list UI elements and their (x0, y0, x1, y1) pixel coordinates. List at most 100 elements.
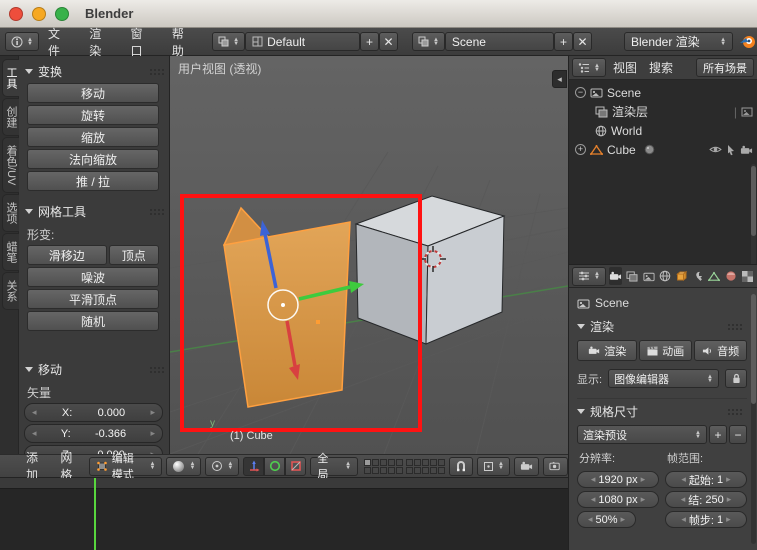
scene-delete-button[interactable]: ✕ (572, 32, 592, 51)
layer-cell[interactable] (396, 466, 404, 474)
stepper-right-icon[interactable]: ▸ (150, 407, 155, 418)
window-minimize-button[interactable] (32, 6, 46, 21)
vector-x-field[interactable]: ◂ X: 0.000 ▸ (24, 403, 163, 422)
lock-interface-button[interactable] (725, 369, 747, 388)
editor-type-button[interactable]: ▲ ▼ (5, 32, 39, 51)
render-panel-header[interactable]: 渲染 (577, 314, 747, 338)
opengl-render-anim-button[interactable] (542, 456, 568, 476)
resolution-percentage-field[interactable]: ◂ 50% ▸ (577, 511, 637, 528)
frame-step-field[interactable]: ◂ 帧步: 1 ▸ (665, 511, 747, 528)
outliner-search-menu[interactable]: 搜索 (644, 59, 678, 76)
outliner-display-mode-selector[interactable]: 所有场景 (696, 58, 754, 77)
outliner-item-cube[interactable]: + Cube (569, 140, 757, 159)
layout-selector[interactable]: Default (245, 32, 360, 51)
menu-file[interactable]: 文件 (39, 25, 80, 59)
layout-add-button[interactable]: + (359, 32, 379, 51)
scale-manipulator-button[interactable] (285, 456, 307, 476)
transform-panel-header[interactable]: 变换 (19, 59, 169, 83)
tab-texture-properties[interactable] (741, 267, 754, 285)
outliner-editor-type-button[interactable]: ▲ ▼ (572, 58, 606, 77)
frame-start-field[interactable]: ◂ 起始: 1 ▸ (665, 471, 747, 488)
layer-cell[interactable] (364, 466, 372, 474)
viewport-3d[interactable]: 用户视图 (透视) y (1) Cube (170, 56, 568, 454)
layer-cell[interactable] (388, 466, 396, 474)
dimensions-panel-header[interactable]: 规格尺寸 (577, 398, 747, 423)
layer-cell[interactable] (430, 458, 438, 466)
rotate-button[interactable]: 旋转 (27, 105, 159, 125)
edge-slide-button[interactable]: 滑移边 (27, 245, 107, 265)
snap-toggle-button[interactable] (449, 456, 474, 476)
mesh-tools-panel-header[interactable]: 网格工具 (19, 199, 169, 223)
rotate-manipulator-button[interactable] (264, 456, 286, 476)
menu-render[interactable]: 渲染 (80, 25, 121, 59)
shrink-fatten-button[interactable]: 法向缩放 (27, 149, 159, 169)
sidebar-collapse-button[interactable]: ◂ (552, 70, 567, 88)
tab-data-properties[interactable] (708, 267, 721, 285)
shading-selector[interactable]: ▲ ▼ (166, 456, 202, 476)
scene-selector[interactable]: Scene (444, 32, 554, 51)
audio-button[interactable]: 音频 (694, 340, 747, 361)
resolution-y-field[interactable]: ◂ 1080 px ▸ (577, 491, 659, 508)
preset-remove-button[interactable]: − (729, 425, 747, 444)
layer-cell[interactable] (430, 466, 438, 474)
orientation-selector[interactable]: 全局 ▲ ▼ (310, 453, 359, 481)
translate-manipulator-button[interactable] (243, 456, 265, 476)
outliner-item-world[interactable]: World (569, 121, 757, 140)
opengl-render-button[interactable] (513, 456, 539, 476)
window-close-button[interactable] (9, 6, 23, 21)
display-mode-selector[interactable]: 图像编辑器 ▲ ▼ (608, 369, 719, 388)
stepper-left-icon[interactable]: ◂ (32, 428, 37, 439)
menu-window[interactable]: 窗口 (122, 25, 163, 59)
smooth-vertex-button[interactable]: 平滑顶点 (27, 289, 159, 309)
noise-button[interactable]: 噪波 (27, 267, 159, 287)
stepper-right-icon[interactable]: ▸ (150, 428, 155, 439)
resolution-x-field[interactable]: ◂ 1920 px ▸ (577, 471, 659, 488)
tab-object-properties[interactable] (675, 267, 688, 285)
tab-material-properties[interactable] (724, 267, 737, 285)
outliner-item-scene[interactable]: − Scene (569, 83, 757, 102)
tab-modifier-properties[interactable] (691, 267, 704, 285)
push-pull-button[interactable]: 推 / 拉 (27, 171, 159, 191)
properties-scrollbar[interactable] (751, 294, 756, 544)
window-maximize-button[interactable] (55, 6, 69, 21)
layer-cell[interactable] (380, 458, 388, 466)
layer-cell[interactable] (388, 458, 396, 466)
layer-cell[interactable] (422, 466, 430, 474)
vertex-slide-button[interactable]: 顶点 (108, 245, 159, 265)
timeline-editor[interactable] (0, 478, 568, 550)
tab-render-properties[interactable] (608, 267, 623, 285)
menu-help[interactable]: 帮助 (163, 25, 204, 59)
tab-world-properties[interactable] (658, 267, 671, 285)
properties-editor-type-button[interactable]: ▲ ▼ (572, 266, 606, 286)
layer-cell[interactable] (406, 458, 414, 466)
expand-icon[interactable]: + (575, 144, 586, 155)
frame-end-field[interactable]: ◂ 结: 250 ▸ (665, 491, 747, 508)
tab-create[interactable]: 创建 (2, 98, 19, 136)
tab-relations[interactable]: 关系 (2, 272, 19, 311)
tab-scene-properties[interactable] (642, 267, 655, 285)
layer-cell[interactable] (380, 466, 388, 474)
outliner-item-renderlayers[interactable]: 渲染层 | (569, 102, 757, 121)
tab-render-layers[interactable] (625, 267, 638, 285)
pivot-selector[interactable]: ▲ ▼ (205, 456, 240, 476)
layout-browse-button[interactable]: ▲ ▼ (212, 32, 246, 51)
selectable-pointer-icon[interactable] (726, 144, 736, 156)
render-button[interactable]: 渲染 (577, 340, 638, 361)
scale-button[interactable]: 缩放 (27, 127, 159, 147)
layer-cell[interactable] (438, 466, 446, 474)
scene-browse-button[interactable]: ▲ ▼ (411, 32, 445, 51)
stepper-left-icon[interactable]: ◂ (32, 407, 37, 418)
animation-button[interactable]: 动画 (639, 340, 693, 361)
renderable-camera-icon[interactable] (740, 145, 753, 155)
randomize-button[interactable]: 随机 (27, 311, 159, 331)
layer-cell[interactable] (438, 458, 446, 466)
vector-y-field[interactable]: ◂ Y: -0.366 ▸ (24, 424, 163, 443)
layer-cell[interactable] (422, 458, 430, 466)
layer-cell[interactable] (396, 458, 404, 466)
tab-shading-uv[interactable]: 着色/UV (2, 137, 19, 194)
collapse-icon[interactable]: − (575, 87, 586, 98)
layer-cell[interactable] (414, 458, 422, 466)
layer-cell[interactable] (406, 466, 414, 474)
render-toggle-icon[interactable] (741, 107, 753, 117)
tab-tools[interactable]: 工具 (2, 59, 19, 97)
